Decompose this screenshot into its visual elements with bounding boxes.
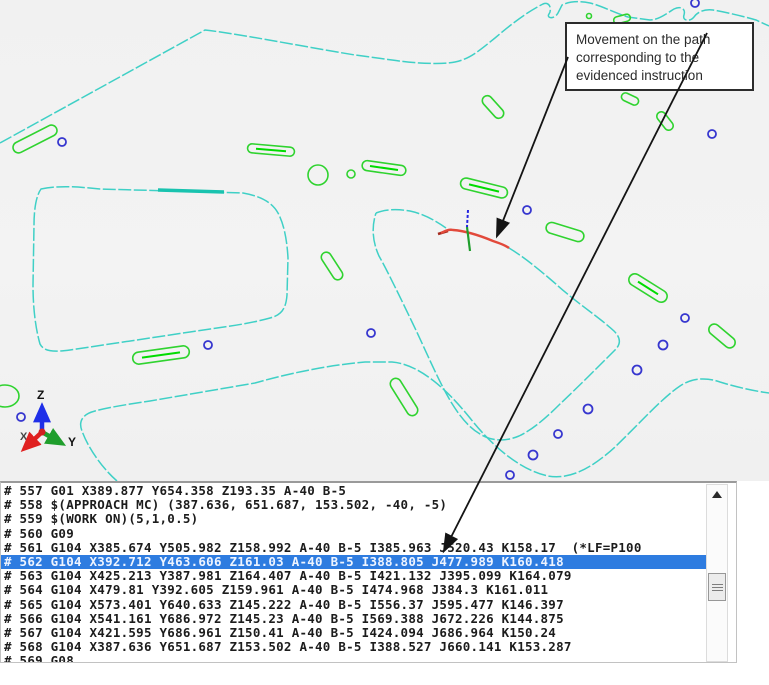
scrollbar-thumb[interactable] [708,573,726,601]
gcode-line[interactable]: # 568 G104 X387.636 Y651.687 Z153.502 A-… [1,640,707,654]
highlighted-path-segment[interactable] [438,230,509,248]
gcode-line[interactable]: # 558 $(APPROACH MC) (387.636, 651.687, … [1,498,707,512]
toolpath-left-pocket [33,187,288,351]
annotation-line-3: evidenced instruction [576,67,752,85]
gcode-line[interactable]: # 563 G104 X425.213 Y387.981 Z164.407 A-… [1,569,707,583]
toolpath-hairpin-lower [373,213,619,440]
gcode-line-highlighted[interactable]: # 562 G104 X392.712 Y463.606 Z161.03 A-4… [1,555,707,569]
gcode-line[interactable]: # 557 G01 X389.877 Y654.358 Z193.35 A-40… [1,484,707,498]
tool-position-marker [467,210,470,251]
grip-lines-icon [712,584,723,585]
gcode-line[interactable]: # 569 G08 [1,654,707,663]
scroll-up-button[interactable] [707,487,727,501]
axis-triad: X Z Y [20,388,76,449]
gcode-line[interactable]: # 565 G104 X573.401 Y640.633 Z145.222 A-… [1,598,707,612]
slot-inner-passes [142,149,658,358]
gcode-panel[interactable]: # 557 G01 X389.877 Y654.358 Z193.35 A-40… [0,481,737,663]
cam-simulation-screen: { "viewport": { "axis_labels": { "z": "Z… [0,0,769,685]
gcode-line-list: # 557 G01 X389.877 Y654.358 Z193.35 A-40… [1,484,707,663]
gcode-line[interactable]: # 564 G104 X479.81 Y392.605 Z159.961 A-4… [1,583,707,597]
gcode-line[interactable]: # 566 G104 X541.161 Y686.972 Z145.23 A-4… [1,612,707,626]
toolpath-teal-segment [158,190,224,192]
gcode-line[interactable]: # 560 G09 [1,527,707,541]
annotation-callout: Movement on the path corresponding to th… [565,22,754,91]
annotation-line-1: Movement on the path [576,31,752,49]
scrollbar[interactable] [706,484,728,662]
gcode-line[interactable]: # 567 G104 X421.595 Y686.961 Z150.41 A-4… [1,626,707,640]
axis-x-label: X [20,431,28,443]
toolpath-hairpin-upper [376,210,446,228]
axis-y-label: Y [68,435,76,449]
toolpath-bottom-boundary [81,362,769,481]
triangle-up-icon [712,491,722,498]
gcode-line[interactable]: # 559 $(WORK ON)(5,1,0.5) [1,512,707,526]
gcode-line[interactable]: # 561 G104 X385.674 Y505.982 Z158.992 A-… [1,541,707,555]
annotation-line-2: corresponding to the [576,49,752,67]
axis-z-label: Z [37,388,44,402]
